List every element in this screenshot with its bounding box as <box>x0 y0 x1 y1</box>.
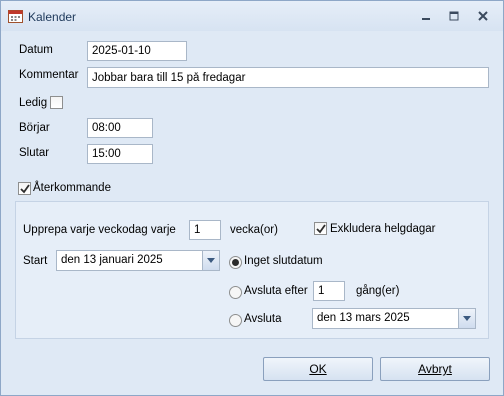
maximize-button[interactable] <box>445 9 463 23</box>
start-label: Start <box>23 255 48 267</box>
slutar-label: Slutar <box>19 147 50 159</box>
end-after-unit-label: gång(er) <box>356 285 400 297</box>
end-after-label: Avsluta efter <box>244 285 308 297</box>
radio-dot <box>232 259 239 266</box>
chevron-down-icon[interactable] <box>202 251 219 270</box>
start-date-value: den 13 januari 2025 <box>61 254 163 266</box>
exclude-holidays-checkbox[interactable] <box>314 222 327 235</box>
minimize-button[interactable] <box>417 9 435 23</box>
kommentar-label: Kommentar <box>19 69 79 81</box>
borjar-label: Börjar <box>19 122 50 134</box>
aterkommande-checkbox[interactable] <box>18 182 31 195</box>
end-date-value: den 13 mars 2025 <box>317 312 410 324</box>
checkmark-icon <box>316 224 326 234</box>
ok-button-label: OK <box>309 362 327 376</box>
ledig-label: Ledig <box>19 97 48 109</box>
borjar-field[interactable] <box>87 118 153 138</box>
close-button[interactable] <box>474 9 492 23</box>
end-on-radio[interactable] <box>229 314 242 327</box>
ok-button[interactable]: OK <box>263 357 373 381</box>
kommentar-field[interactable] <box>87 67 489 88</box>
end-on-label: Avsluta <box>244 313 282 325</box>
aterkommande-label: Återkommande <box>33 182 111 194</box>
title-bar: Kalender <box>1 1 503 31</box>
no-end-radio[interactable] <box>229 256 242 269</box>
start-date-picker[interactable]: den 13 januari 2025 <box>56 250 220 271</box>
calendar-icon <box>8 9 23 23</box>
no-end-label: Inget slutdatum <box>244 255 323 267</box>
calendar-dialog: Kalender Datum Kommentar Ledig Börjar Sl… <box>0 0 504 396</box>
end-date-picker[interactable]: den 13 mars 2025 <box>312 308 476 329</box>
chevron-down-icon[interactable] <box>458 309 475 328</box>
ledig-checkbox[interactable] <box>50 96 63 109</box>
repeat-interval-field[interactable] <box>189 220 221 240</box>
checkmark-icon <box>20 184 30 194</box>
repeat-label: Upprepa varje veckodag varje <box>23 224 176 236</box>
cancel-button-label: Avbryt <box>418 362 452 376</box>
datum-field[interactable] <box>87 41 187 61</box>
window-title: Kalender <box>28 10 77 24</box>
end-after-count-field[interactable] <box>313 281 345 301</box>
cancel-button[interactable]: Avbryt <box>380 357 490 381</box>
repeat-unit-label: vecka(or) <box>230 224 278 236</box>
exclude-holidays-label: Exkludera helgdagar <box>330 223 436 235</box>
end-after-radio[interactable] <box>229 286 242 299</box>
datum-label: Datum <box>19 44 53 56</box>
slutar-field[interactable] <box>87 144 153 164</box>
